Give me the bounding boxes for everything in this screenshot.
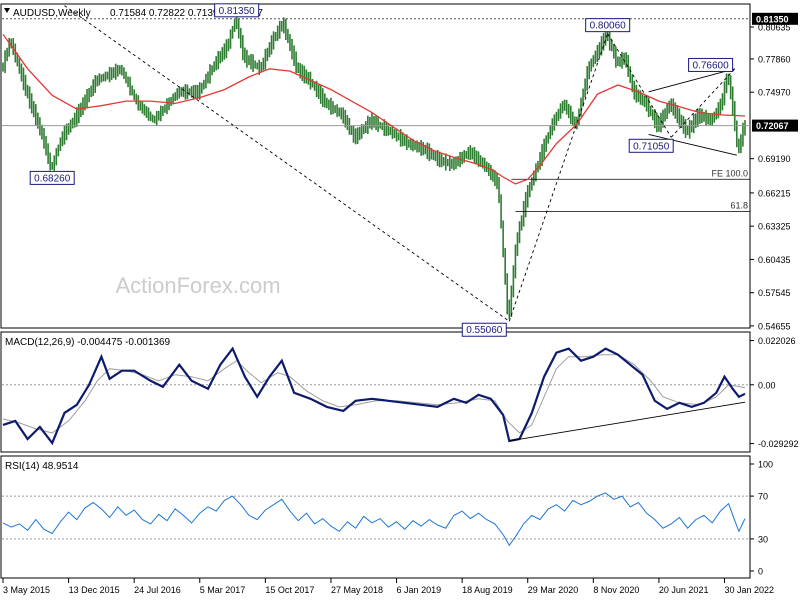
price-label-text: 0.81350 <box>219 6 256 17</box>
x-tick-label: 24 Jul 2016 <box>134 585 181 595</box>
price-title: AUDUSD,Weekly <box>13 8 91 19</box>
price-tag-label: 0.81350 <box>756 14 789 24</box>
price-label-text: 0.55060 <box>466 325 503 336</box>
fib-level-label: 61.8 <box>730 200 748 210</box>
watermark-text: ActionForex.com <box>115 273 280 298</box>
x-tick-label: 6 Jan 2019 <box>397 585 442 595</box>
x-tick-label: 27 May 2018 <box>331 585 383 595</box>
price-y-tick-label: 0.63325 <box>758 222 791 232</box>
rsi-title: RSI(14) 48.9514 <box>5 461 79 472</box>
fib-level-label: FE 100.0 <box>711 168 748 178</box>
x-tick-label: 15 Oct 2017 <box>265 585 314 595</box>
price-label-text: 0.80060 <box>590 21 627 32</box>
x-tick-label: 20 Jun 2021 <box>659 585 709 595</box>
price-y-tick-label: 0.57545 <box>758 288 791 298</box>
x-tick-label: 29 Mar 2020 <box>528 585 579 595</box>
price-y-tick-label: 0.66215 <box>758 188 791 198</box>
chart-canvas: ActionForex.com AUDUSD,Weekly 0.71584 0.… <box>0 0 800 600</box>
price-y-tick-label: 0.54655 <box>758 321 791 331</box>
price-y-tick-label: 0.60435 <box>758 255 791 265</box>
macd-y-tick-label: 0.022026 <box>758 336 796 346</box>
rsi-y-tick-label: 30 <box>758 534 768 544</box>
macd-y-tick-label: 0.00 <box>758 380 776 390</box>
price-y-tick-label: 0.69190 <box>758 154 791 164</box>
chart-background <box>0 0 800 600</box>
x-tick-label: 3 May 2015 <box>3 585 50 595</box>
x-tick-label: 8 Nov 2020 <box>593 585 639 595</box>
price-y-tick-label: 0.74970 <box>758 88 791 98</box>
price-y-tick-label: 0.77860 <box>758 54 791 64</box>
x-tick-label: 5 Mar 2017 <box>200 585 246 595</box>
x-tick-label: 13 Dec 2015 <box>69 585 120 595</box>
x-tick-label: 18 Aug 2019 <box>462 585 513 595</box>
rsi-y-tick-label: 70 <box>758 492 768 502</box>
price-label-text: 0.71050 <box>633 141 670 152</box>
price-label-text: 0.76600 <box>693 60 730 71</box>
macd-y-tick-label: -0.029292 <box>758 439 799 449</box>
price-label-text: 0.68260 <box>34 173 71 184</box>
rsi-y-tick-label: 0 <box>758 567 763 577</box>
x-tick-label: 30 Jan 2022 <box>725 585 775 595</box>
price-tag-label: 0.72067 <box>756 121 789 131</box>
macd-title: MACD(12,26,9) -0.004475 -0.001369 <box>5 337 171 348</box>
rsi-y-tick-label: 100 <box>758 460 773 470</box>
